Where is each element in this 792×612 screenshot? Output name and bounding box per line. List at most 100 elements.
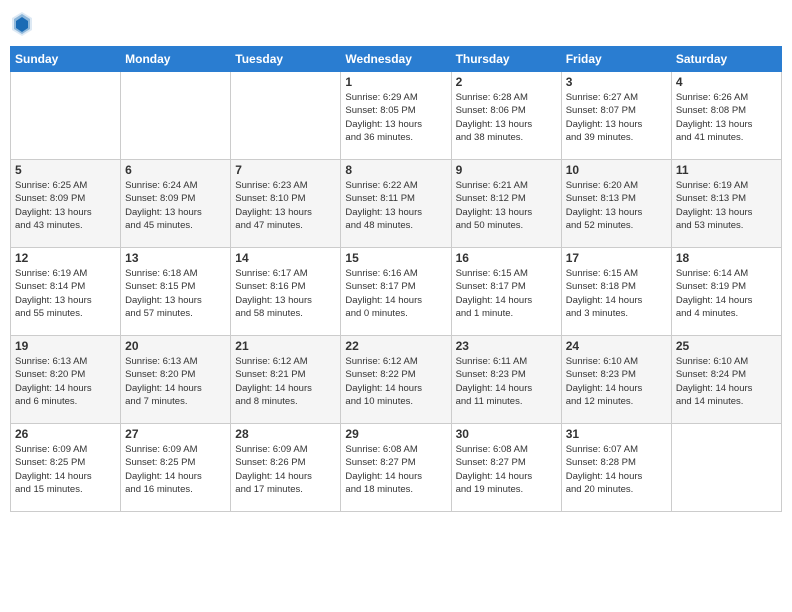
day-info: Sunrise: 6:13 AM Sunset: 8:20 PM Dayligh… bbox=[15, 355, 116, 408]
calendar-week-4: 19 Sunrise: 6:13 AM Sunset: 8:20 PM Dayli… bbox=[11, 336, 782, 424]
day-number: 29 bbox=[345, 427, 446, 441]
calendar-cell: 15Sunrise: 6:16 AM Sunset: 8:17 PM Dayli… bbox=[341, 248, 451, 336]
calendar-cell: 22Sunrise: 6:12 AM Sunset: 8:22 PM Dayli… bbox=[341, 336, 451, 424]
calendar-table: Sunday Monday Tuesday Wednesday Thursday… bbox=[10, 46, 782, 512]
day-number: 14 bbox=[235, 251, 336, 265]
day-info: Sunrise: 6:12 AM Sunset: 8:21 PM Dayligh… bbox=[235, 355, 336, 408]
calendar-cell: 3 Sunrise: 6:27 AM Sunset: 8:07 PM Daylig… bbox=[561, 72, 671, 160]
page: Sunday Monday Tuesday Wednesday Thursday… bbox=[0, 0, 792, 612]
calendar-cell bbox=[11, 72, 121, 160]
calendar-week-1: 1 Sunrise: 6:29 AM Sunset: 8:05 PM Daylig… bbox=[11, 72, 782, 160]
calendar-cell: 9 Sunrise: 6:21 AM Sunset: 8:12 PM Daylig… bbox=[451, 160, 561, 248]
day-number: 7 bbox=[235, 163, 336, 177]
day-number: 16 bbox=[456, 251, 557, 265]
calendar-cell: 17 Sunrise: 6:15 AM Sunset: 8:18 PM Dayli… bbox=[561, 248, 671, 336]
day-number: 17 bbox=[566, 251, 667, 265]
day-number: 2 bbox=[456, 75, 557, 89]
day-number: 10 bbox=[566, 163, 667, 177]
calendar-header-row: Sunday Monday Tuesday Wednesday Thursday… bbox=[11, 47, 782, 72]
calendar-cell: 13 Sunrise: 6:18 AM Sunset: 8:15 PM Dayli… bbox=[121, 248, 231, 336]
logo bbox=[10, 10, 38, 38]
day-number: 6 bbox=[125, 163, 226, 177]
day-number: 20 bbox=[125, 339, 226, 353]
day-info: Sunrise: 6:19 AM Sunset: 8:13 PM Dayligh… bbox=[676, 179, 777, 232]
calendar-cell: 28 Sunrise: 6:09 AM Sunset: 8:26 PM Dayli… bbox=[231, 424, 341, 512]
col-monday: Monday bbox=[121, 47, 231, 72]
calendar-cell: 19 Sunrise: 6:13 AM Sunset: 8:20 PM Dayli… bbox=[11, 336, 121, 424]
day-info: Sunrise: 6:18 AM Sunset: 8:15 PM Dayligh… bbox=[125, 267, 226, 320]
day-number: 13 bbox=[125, 251, 226, 265]
calendar-cell: 18 Sunrise: 6:14 AM Sunset: 8:19 PM Dayli… bbox=[671, 248, 781, 336]
day-number: 18 bbox=[676, 251, 777, 265]
day-info: Sunrise: 6:28 AM Sunset: 8:06 PM Dayligh… bbox=[456, 91, 557, 144]
day-number: 24 bbox=[566, 339, 667, 353]
calendar-cell: 1 Sunrise: 6:29 AM Sunset: 8:05 PM Daylig… bbox=[341, 72, 451, 160]
day-info: Sunrise: 6:08 AM Sunset: 8:27 PM Dayligh… bbox=[456, 443, 557, 496]
day-info: Sunrise: 6:22 AM Sunset: 8:11 PM Dayligh… bbox=[345, 179, 446, 232]
day-number: 4 bbox=[676, 75, 777, 89]
day-number: 30 bbox=[456, 427, 557, 441]
day-number: 12 bbox=[15, 251, 116, 265]
day-info: Sunrise: 6:13 AM Sunset: 8:20 PM Dayligh… bbox=[125, 355, 226, 408]
calendar-cell: 30 Sunrise: 6:08 AM Sunset: 8:27 PM Dayli… bbox=[451, 424, 561, 512]
calendar-cell: 11 Sunrise: 6:19 AM Sunset: 8:13 PM Dayli… bbox=[671, 160, 781, 248]
calendar-cell: 7Sunrise: 6:23 AM Sunset: 8:10 PM Daylig… bbox=[231, 160, 341, 248]
day-number: 23 bbox=[456, 339, 557, 353]
calendar-cell bbox=[121, 72, 231, 160]
calendar-cell: 29 Sunrise: 6:08 AM Sunset: 8:27 PM Dayli… bbox=[341, 424, 451, 512]
calendar-cell: 6 Sunrise: 6:24 AM Sunset: 8:09 PM Daylig… bbox=[121, 160, 231, 248]
day-number: 25 bbox=[676, 339, 777, 353]
day-number: 21 bbox=[235, 339, 336, 353]
day-info: Sunrise: 6:26 AM Sunset: 8:08 PM Dayligh… bbox=[676, 91, 777, 144]
calendar-cell bbox=[671, 424, 781, 512]
header bbox=[10, 10, 782, 38]
day-info: Sunrise: 6:15 AM Sunset: 8:18 PM Dayligh… bbox=[566, 267, 667, 320]
calendar-cell: 2 Sunrise: 6:28 AM Sunset: 8:06 PM Daylig… bbox=[451, 72, 561, 160]
col-tuesday: Tuesday bbox=[231, 47, 341, 72]
day-info: Sunrise: 6:17 AM Sunset: 8:16 PM Dayligh… bbox=[235, 267, 336, 320]
day-info: Sunrise: 6:15 AM Sunset: 8:17 PM Dayligh… bbox=[456, 267, 557, 320]
day-info: Sunrise: 6:20 AM Sunset: 8:13 PM Dayligh… bbox=[566, 179, 667, 232]
day-number: 19 bbox=[15, 339, 116, 353]
col-thursday: Thursday bbox=[451, 47, 561, 72]
col-wednesday: Wednesday bbox=[341, 47, 451, 72]
logo-icon bbox=[10, 10, 34, 38]
calendar-cell bbox=[231, 72, 341, 160]
day-number: 27 bbox=[125, 427, 226, 441]
day-info: Sunrise: 6:09 AM Sunset: 8:25 PM Dayligh… bbox=[15, 443, 116, 496]
day-info: Sunrise: 6:10 AM Sunset: 8:24 PM Dayligh… bbox=[676, 355, 777, 408]
day-number: 31 bbox=[566, 427, 667, 441]
day-number: 9 bbox=[456, 163, 557, 177]
day-number: 28 bbox=[235, 427, 336, 441]
day-number: 5 bbox=[15, 163, 116, 177]
calendar-cell: 10 Sunrise: 6:20 AM Sunset: 8:13 PM Dayli… bbox=[561, 160, 671, 248]
calendar-cell: 20 Sunrise: 6:13 AM Sunset: 8:20 PM Dayli… bbox=[121, 336, 231, 424]
calendar-cell: 5 Sunrise: 6:25 AM Sunset: 8:09 PM Daylig… bbox=[11, 160, 121, 248]
day-info: Sunrise: 6:09 AM Sunset: 8:26 PM Dayligh… bbox=[235, 443, 336, 496]
day-number: 11 bbox=[676, 163, 777, 177]
calendar-cell: 27 Sunrise: 6:09 AM Sunset: 8:25 PM Dayli… bbox=[121, 424, 231, 512]
day-info: Sunrise: 6:29 AM Sunset: 8:05 PM Dayligh… bbox=[345, 91, 446, 144]
calendar-cell: 12 Sunrise: 6:19 AM Sunset: 8:14 PM Dayli… bbox=[11, 248, 121, 336]
day-number: 1 bbox=[345, 75, 446, 89]
col-sunday: Sunday bbox=[11, 47, 121, 72]
calendar-cell: 23Sunrise: 6:11 AM Sunset: 8:23 PM Dayli… bbox=[451, 336, 561, 424]
day-info: Sunrise: 6:09 AM Sunset: 8:25 PM Dayligh… bbox=[125, 443, 226, 496]
day-info: Sunrise: 6:10 AM Sunset: 8:23 PM Dayligh… bbox=[566, 355, 667, 408]
calendar-cell: 26 Sunrise: 6:09 AM Sunset: 8:25 PM Dayli… bbox=[11, 424, 121, 512]
calendar-cell: 14 Sunrise: 6:17 AM Sunset: 8:16 PM Dayli… bbox=[231, 248, 341, 336]
day-info: Sunrise: 6:25 AM Sunset: 8:09 PM Dayligh… bbox=[15, 179, 116, 232]
calendar-cell: 16 Sunrise: 6:15 AM Sunset: 8:17 PM Dayli… bbox=[451, 248, 561, 336]
day-number: 26 bbox=[15, 427, 116, 441]
day-info: Sunrise: 6:14 AM Sunset: 8:19 PM Dayligh… bbox=[676, 267, 777, 320]
calendar-week-3: 12 Sunrise: 6:19 AM Sunset: 8:14 PM Dayli… bbox=[11, 248, 782, 336]
day-info: Sunrise: 6:24 AM Sunset: 8:09 PM Dayligh… bbox=[125, 179, 226, 232]
calendar-cell: 8Sunrise: 6:22 AM Sunset: 8:11 PM Daylig… bbox=[341, 160, 451, 248]
day-info: Sunrise: 6:21 AM Sunset: 8:12 PM Dayligh… bbox=[456, 179, 557, 232]
day-info: Sunrise: 6:08 AM Sunset: 8:27 PM Dayligh… bbox=[345, 443, 446, 496]
day-number: 22 bbox=[345, 339, 446, 353]
day-info: Sunrise: 6:27 AM Sunset: 8:07 PM Dayligh… bbox=[566, 91, 667, 144]
day-number: 3 bbox=[566, 75, 667, 89]
day-info: Sunrise: 6:19 AM Sunset: 8:14 PM Dayligh… bbox=[15, 267, 116, 320]
calendar-week-2: 5 Sunrise: 6:25 AM Sunset: 8:09 PM Daylig… bbox=[11, 160, 782, 248]
